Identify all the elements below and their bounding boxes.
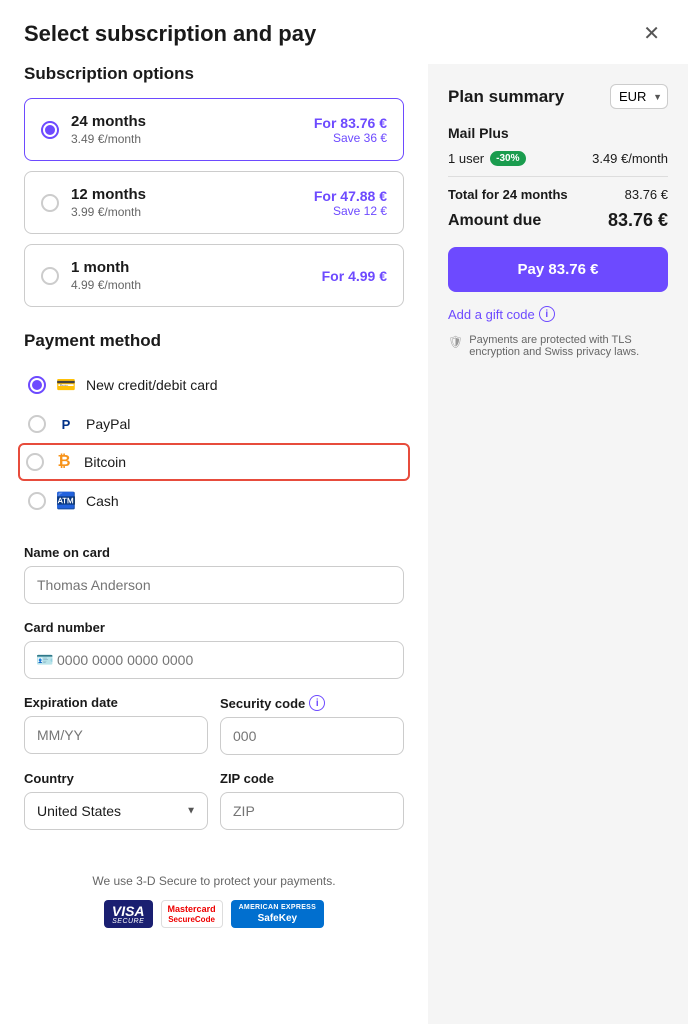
plan-summary-title: Plan summary <box>448 87 564 107</box>
modal-container: Select subscription and pay ✕ Subscripti… <box>0 0 688 1024</box>
security-group: Security code i <box>220 695 404 755</box>
plan-total-row: Total for 24 months 83.76 € <box>448 187 668 202</box>
card-number-input[interactable] <box>24 641 404 679</box>
plan-user-row: 1 user -30% 3.49 €/month <box>448 151 668 166</box>
sub-save-12months: Save 12 € <box>314 204 387 218</box>
paypal-icon: P <box>56 417 76 432</box>
radio-card <box>28 376 46 394</box>
radio-paypal <box>28 415 46 433</box>
expiry-label: Expiration date <box>24 695 208 710</box>
cash-icon: 🏧 <box>56 491 76 511</box>
security-note: We use 3-D Secure to protect your paymen… <box>24 874 404 928</box>
sub-total-12months: For 47.88 € <box>314 188 387 204</box>
sub-price-12months: 3.99 €/month <box>71 205 302 219</box>
payment-option-paypal[interactable]: P PayPal <box>24 405 404 443</box>
close-button[interactable]: ✕ <box>639 20 664 48</box>
country-select[interactable]: United States United Kingdom Germany Fra… <box>24 792 208 830</box>
zip-group: ZIP code <box>220 771 404 830</box>
gift-code-link[interactable]: Add a gift code i <box>448 306 668 322</box>
card-logos: VISA SECURE Mastercard SecureCode AMERIC… <box>24 900 404 928</box>
sub-total-1month: For 4.99 € <box>322 268 387 284</box>
card-input-wrapper: 🪪 <box>24 641 404 679</box>
amount-due-value: 83.76 € <box>608 210 668 231</box>
subscription-option-12months[interactable]: 12 months 3.99 €/month For 47.88 € Save … <box>24 171 404 234</box>
plan-name: Mail Plus <box>448 125 668 141</box>
discount-badge: -30% <box>490 151 525 166</box>
zip-label: ZIP code <box>220 771 404 786</box>
modal-title: Select subscription and pay <box>24 21 316 47</box>
card-icon: 💳 <box>56 375 76 395</box>
mastercard-logo: Mastercard SecureCode <box>161 900 223 928</box>
shield-icon: 🛡 <box>448 335 463 349</box>
visa-logo: VISA SECURE <box>104 900 153 928</box>
payment-section: Payment method 💳 New credit/debit card P… <box>24 331 404 521</box>
expiry-group: Expiration date <box>24 695 208 755</box>
subscription-option-1month[interactable]: 1 month 4.99 €/month For 4.99 € <box>24 244 404 307</box>
bitcoin-icon: ₿ <box>54 453 74 471</box>
price-per-month: 3.49 €/month <box>592 151 668 166</box>
card-number-group: Card number 🪪 <box>24 620 404 679</box>
plan-divider <box>448 176 668 177</box>
payment-form: Name on card Card number 🪪 Expiration da… <box>24 545 404 846</box>
subscription-option-24months[interactable]: 24 months 3.49 €/month For 83.76 € Save … <box>24 98 404 161</box>
zip-input[interactable] <box>220 792 404 830</box>
sub-save-24months: Save 36 € <box>314 131 387 145</box>
name-input[interactable] <box>24 566 404 604</box>
sub-price-24months: 3.49 €/month <box>71 132 302 146</box>
amex-logo: AMERICAN EXPRESS SafeKey <box>231 900 325 928</box>
left-panel: Subscription options 24 months 3.49 €/mo… <box>0 64 428 1024</box>
plan-summary-header: Plan summary EUR USD GBP <box>448 84 668 109</box>
payment-label-bitcoin: Bitcoin <box>84 454 126 470</box>
sub-price-1month: 4.99 €/month <box>71 278 310 292</box>
modal-header: Select subscription and pay ✕ <box>0 0 688 64</box>
user-label: 1 user <box>448 151 484 166</box>
card-number-label: Card number <box>24 620 404 635</box>
security-label: Security code i <box>220 695 404 711</box>
gift-code-info-icon[interactable]: i <box>539 306 555 322</box>
card-field-icon: 🪪 <box>36 652 53 669</box>
amount-due-label: Amount due <box>448 212 541 230</box>
payment-option-cash[interactable]: 🏧 Cash <box>24 481 404 521</box>
modal-body: Subscription options 24 months 3.49 €/mo… <box>0 64 688 1024</box>
country-zip-row: Country United States United Kingdom Ger… <box>24 771 404 846</box>
security-input[interactable] <box>220 717 404 755</box>
right-panel: Plan summary EUR USD GBP Mail Plus 1 use… <box>428 64 688 1024</box>
radio-1month <box>41 267 59 285</box>
amount-due-row: Amount due 83.76 € <box>448 210 668 231</box>
radio-bitcoin <box>26 453 44 471</box>
payment-option-card[interactable]: 💳 New credit/debit card <box>24 365 404 405</box>
payment-label-paypal: PayPal <box>86 416 130 432</box>
currency-select[interactable]: EUR USD GBP <box>610 84 668 109</box>
currency-wrapper: EUR USD GBP <box>610 84 668 109</box>
radio-12months <box>41 194 59 212</box>
total-value: 83.76 € <box>625 187 668 202</box>
radio-cash <box>28 492 46 510</box>
expiry-security-row: Expiration date Security code i <box>24 695 404 771</box>
sub-total-24months: For 83.76 € <box>314 115 387 131</box>
tls-note: 🛡 Payments are protected with TLS encryp… <box>448 334 668 358</box>
payment-label-cash: Cash <box>86 493 119 509</box>
sub-label-1month: 1 month <box>71 259 310 276</box>
subscription-section-title: Subscription options <box>24 64 404 84</box>
name-field-group: Name on card <box>24 545 404 604</box>
payment-option-bitcoin[interactable]: ₿ Bitcoin <box>18 443 410 481</box>
radio-24months <box>41 121 59 139</box>
total-label: Total for 24 months <box>448 187 568 202</box>
pay-button[interactable]: Pay 83.76 € <box>448 247 668 292</box>
expiry-input[interactable] <box>24 716 208 754</box>
security-info-icon[interactable]: i <box>309 695 325 711</box>
country-group: Country United States United Kingdom Ger… <box>24 771 208 830</box>
country-label: Country <box>24 771 208 786</box>
name-label: Name on card <box>24 545 404 560</box>
payment-section-title: Payment method <box>24 331 404 351</box>
sub-label-24months: 24 months <box>71 113 302 130</box>
country-select-wrapper: United States United Kingdom Germany Fra… <box>24 792 208 830</box>
sub-label-12months: 12 months <box>71 186 302 203</box>
payment-label-card: New credit/debit card <box>86 377 218 393</box>
